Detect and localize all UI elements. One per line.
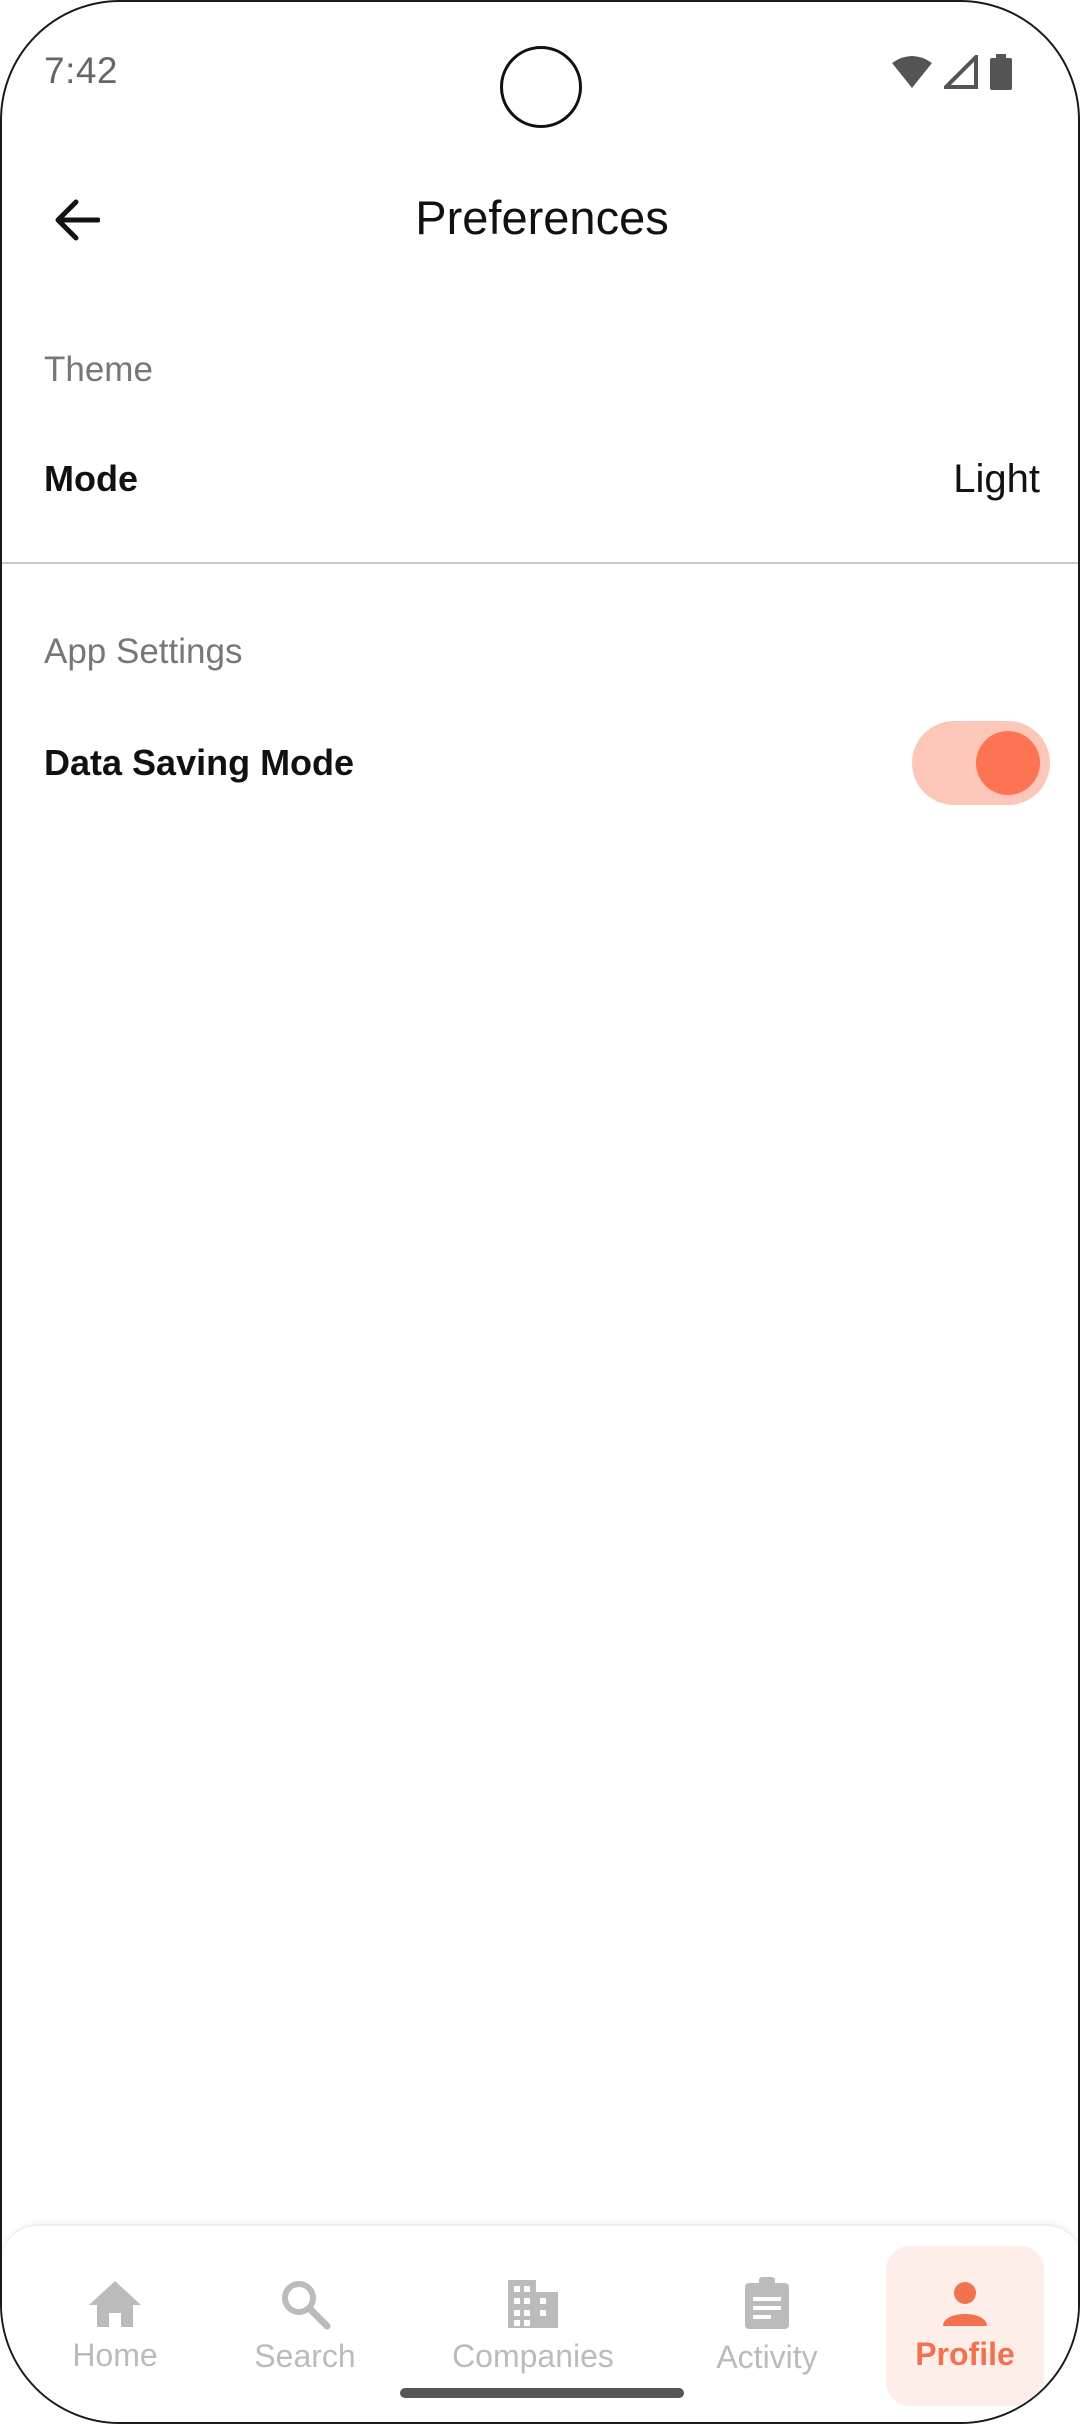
data-saving-label: Data Saving Mode xyxy=(44,742,355,783)
section-divider xyxy=(2,562,1078,564)
page-title: Preferences xyxy=(415,191,669,244)
search-icon xyxy=(279,2278,331,2330)
nav-label-search: Search xyxy=(254,2337,356,2374)
nav-label-home: Home xyxy=(72,2336,158,2373)
battery-icon xyxy=(990,54,1012,90)
top-app-bar: Preferences xyxy=(2,152,1078,282)
nav-item-activity[interactable]: Activity xyxy=(692,2246,842,2406)
nav-label-profile: Profile xyxy=(915,2335,1015,2372)
clipboard-icon xyxy=(743,2276,791,2331)
section-header-theme: Theme xyxy=(44,350,153,389)
theme-mode-value: Light xyxy=(953,456,1040,501)
nav-label-activity: Activity xyxy=(716,2338,818,2375)
nav-label-companies: Companies xyxy=(452,2337,614,2374)
signal-icon xyxy=(944,55,978,89)
nav-item-companies[interactable]: Companies xyxy=(438,2246,628,2406)
home-icon xyxy=(87,2279,143,2329)
theme-mode-row[interactable]: Mode Light xyxy=(2,424,1078,534)
wifi-icon xyxy=(892,55,932,89)
status-icons xyxy=(892,54,1012,90)
status-bar: 7:42 xyxy=(2,2,1078,142)
nav-item-search[interactable]: Search xyxy=(232,2246,378,2406)
data-saving-toggle[interactable] xyxy=(912,721,1050,805)
section-header-app-settings: App Settings xyxy=(44,632,243,671)
person-icon xyxy=(941,2280,989,2328)
theme-mode-label: Mode xyxy=(44,458,138,499)
building-icon xyxy=(506,2278,560,2330)
phone-screen: 7:42 Preferences Theme Mode Light App Se… xyxy=(0,0,1080,2424)
status-time: 7:42 xyxy=(44,50,119,91)
camera-cutout xyxy=(500,46,582,128)
data-saving-row: Data Saving Mode xyxy=(2,708,1078,818)
nav-item-home[interactable]: Home xyxy=(42,2246,188,2406)
toggle-thumb xyxy=(976,731,1040,795)
nav-item-profile[interactable]: Profile xyxy=(886,2246,1044,2406)
home-indicator[interactable] xyxy=(400,2388,684,2398)
